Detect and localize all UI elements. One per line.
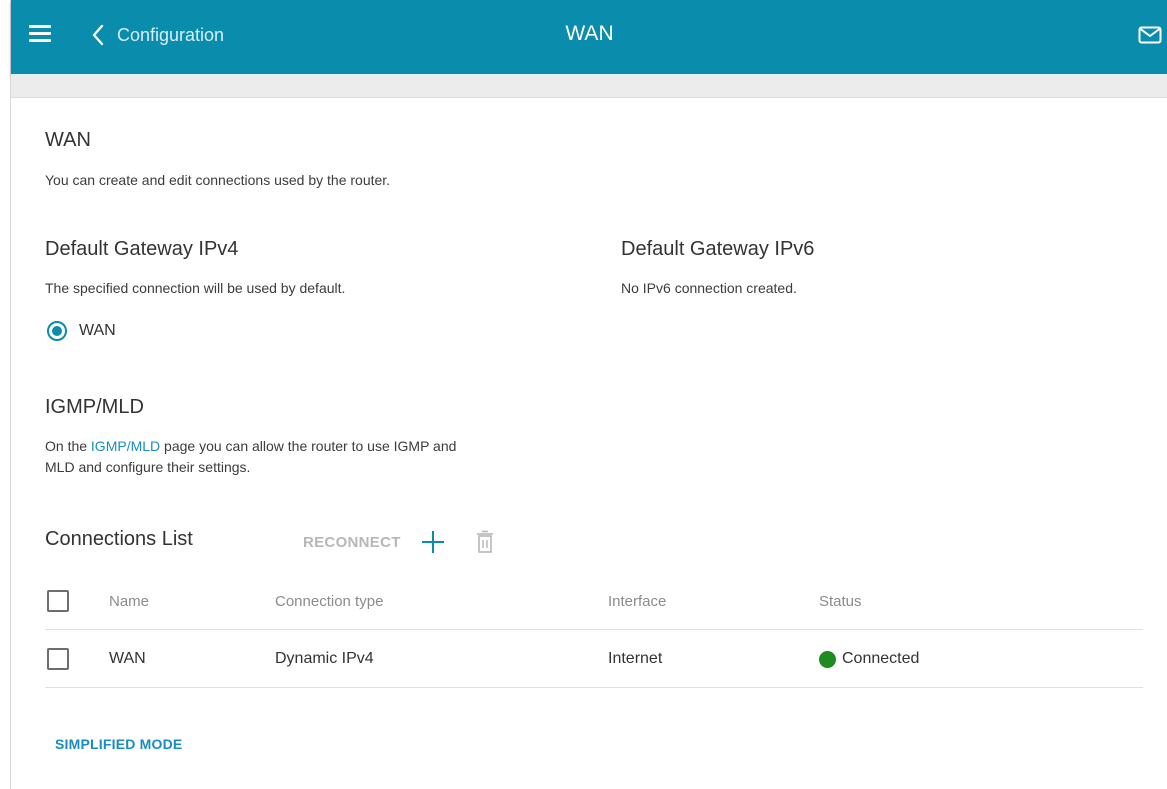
top-bar: Configuration WAN [11, 0, 1167, 74]
igmp-text-after: page you can allow the router to use IGM… [160, 438, 457, 454]
status-text: Connected [842, 650, 920, 667]
radio-label: WAN [79, 322, 116, 339]
page-description: You can create and edit connections used… [45, 172, 391, 188]
igmp-description: On the IGMP/MLD page you can allow the r… [45, 436, 565, 478]
connections-list-title: Connections List [45, 528, 193, 550]
gateway-ipv6-description: No IPv6 connection created. [621, 280, 797, 296]
trash-icon[interactable] [475, 530, 495, 554]
table-header-row: Name Connection type Interface Status [45, 572, 1143, 630]
page-header-title: WAN [565, 22, 614, 45]
select-all-checkbox[interactable] [47, 590, 69, 612]
gateway-ipv6-title: Default Gateway IPv6 [621, 238, 815, 260]
cell-status: Connected [819, 630, 919, 688]
cell-connection-type: Dynamic IPv4 [275, 650, 374, 667]
reconnect-button[interactable]: RECONNECT [303, 534, 401, 551]
connections-toolbar: RECONNECT [303, 530, 495, 554]
table-row[interactable]: WAN Dynamic IPv4 Internet Connected [45, 630, 1143, 688]
radio-button[interactable] [47, 321, 67, 341]
cell-interface: Internet [608, 650, 663, 667]
column-header-connection-type[interactable]: Connection type [275, 572, 383, 630]
column-header-interface[interactable]: Interface [608, 572, 666, 630]
page-title: WAN [45, 129, 91, 151]
igmp-mld-link[interactable]: IGMP/MLD [91, 438, 160, 454]
plus-icon[interactable] [421, 530, 445, 554]
column-header-status[interactable]: Status [819, 572, 862, 630]
gateway-ipv4-title: Default Gateway IPv4 [45, 238, 239, 260]
igmp-text-line2: MLD and configure their settings. [45, 459, 251, 475]
row-checkbox[interactable] [47, 648, 69, 670]
cell-name: WAN [109, 650, 146, 667]
column-header-name[interactable]: Name [109, 572, 149, 630]
page-frame: Configuration WAN WAN You can create and… [10, 0, 1167, 789]
gateway-ipv4-radio-wan[interactable]: WAN [47, 321, 116, 341]
sub-header-bar [11, 74, 1167, 98]
radio-selected-dot [52, 326, 62, 336]
igmp-text-before: On the [45, 438, 91, 454]
status-connected-dot-icon [819, 650, 836, 668]
simplified-mode-button[interactable]: SIMPLIFIED MODE [55, 736, 182, 752]
gateway-ipv4-description: The specified connection will be used by… [45, 280, 346, 296]
envelope-icon[interactable] [1138, 26, 1162, 44]
igmp-title: IGMP/MLD [45, 396, 144, 418]
